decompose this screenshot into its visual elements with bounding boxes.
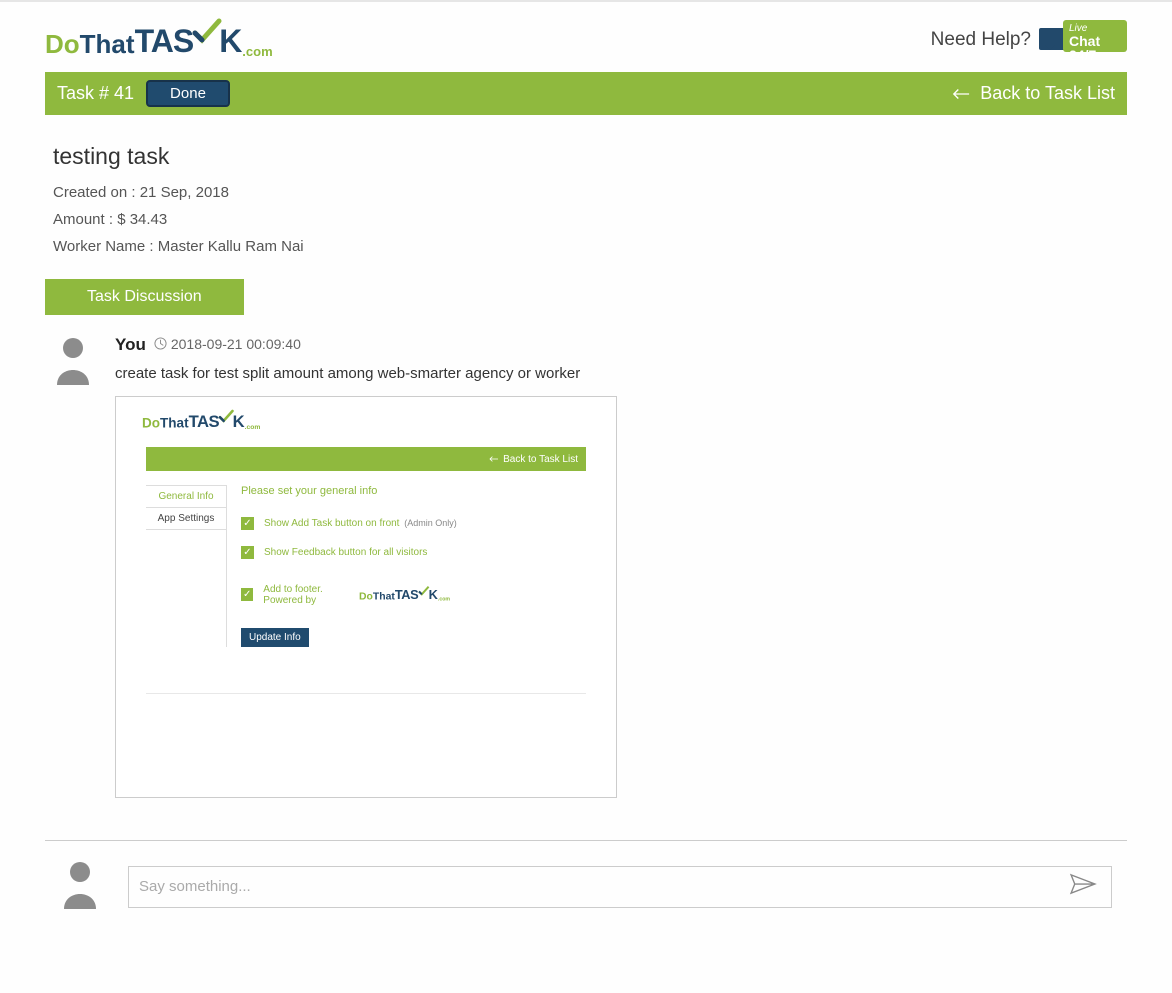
timestamp-value: 2018-09-21 00:09:40 (171, 336, 301, 352)
attachment-side-general: General Info (146, 485, 226, 508)
attachment-main: Please set your general info ✓ Show Add … (226, 485, 586, 647)
logo-suffix: .com (242, 44, 272, 59)
done-button[interactable]: Done (146, 80, 230, 107)
compose-box[interactable] (128, 866, 1112, 908)
attachment-side-app: App Settings (146, 508, 226, 530)
content: testing task Created on : 21 Sep, 2018 A… (0, 115, 1172, 798)
send-icon (1069, 873, 1097, 895)
attachment-update-button: Update Info (241, 628, 309, 647)
livechat-line2: Chat 24/7 (1069, 34, 1121, 62)
person-icon (53, 335, 93, 385)
attachment-row-2: ✓ Show Feedback button for all visitors (241, 546, 586, 559)
task-amount: Amount : $ 34.43 (53, 211, 1119, 228)
attachment-logo: DoThatTASK.com (142, 411, 380, 427)
attachment-image[interactable]: DoThatTASK.com Back to Task List General… (115, 396, 617, 798)
attachment-back-label: Back to Task List (503, 454, 578, 465)
checkbox-icon: ✓ (241, 546, 254, 559)
logo-do: Do (45, 29, 80, 60)
composer (0, 841, 1172, 954)
compose-input[interactable] (139, 878, 1065, 895)
discussion-thread: You 2018-09-21 00:09:40 create task for … (45, 335, 1127, 798)
task-worker: Worker Name : Master Kallu Ram Nai (53, 238, 1119, 255)
message-timestamp: 2018-09-21 00:09:40 (154, 336, 301, 352)
checkbox-icon: ✓ (241, 588, 253, 601)
attachment-row-3: ✓ Add to footer. Powered by DoThatTASK.c… (241, 575, 586, 614)
livechat-bubble: Live Chat 24/7 (1063, 20, 1127, 52)
attachment-greenbar: Back to Task List (146, 447, 586, 471)
logo-tas: TAS (135, 23, 194, 60)
tab-discussion[interactable]: Task Discussion (45, 279, 244, 315)
send-button[interactable] (1065, 869, 1101, 904)
task-title: testing task (53, 143, 1119, 170)
composer-avatar (60, 859, 100, 914)
task-bar: Task # 41 Done Back to Task List (45, 72, 1127, 115)
attachment-sidebar: General Info App Settings (146, 485, 226, 647)
attachment-row-1: ✓ Show Add Task button on front (Admin O… (241, 517, 586, 530)
back-label: Back to Task List (980, 83, 1115, 104)
help-section: Need Help? Live Chat 24/7 (931, 20, 1127, 60)
logo-that: That (80, 29, 135, 60)
livechat-badge[interactable]: Live Chat 24/7 (1039, 20, 1127, 60)
attachment-heading: Please set your general info (241, 485, 586, 497)
checkbox-icon: ✓ (241, 517, 254, 530)
person-icon (60, 859, 100, 909)
message-body: You 2018-09-21 00:09:40 create task for … (115, 335, 1119, 798)
attachment-body: General Info App Settings Please set you… (146, 485, 586, 647)
header: DoThatTAS K.com Need Help? Live Chat 24/7 (0, 2, 1172, 72)
back-to-list-link[interactable]: Back to Task List (952, 83, 1115, 104)
arrow-left-icon (952, 87, 970, 101)
logo-k: K (219, 23, 241, 60)
help-text: Need Help? (931, 29, 1031, 51)
logo[interactable]: DoThatTAS K.com (45, 21, 272, 60)
message-header: You 2018-09-21 00:09:40 (115, 335, 1119, 355)
message-text: create task for test split amount among … (115, 365, 1119, 382)
task-number: Task # 41 (57, 83, 134, 104)
clock-icon (154, 337, 167, 350)
avatar (53, 335, 93, 390)
message-author: You (115, 335, 146, 355)
task-created: Created on : 21 Sep, 2018 (53, 184, 1119, 201)
message: You 2018-09-21 00:09:40 create task for … (53, 335, 1119, 798)
task-bar-left: Task # 41 Done (57, 80, 230, 107)
attachment-divider (146, 693, 586, 694)
